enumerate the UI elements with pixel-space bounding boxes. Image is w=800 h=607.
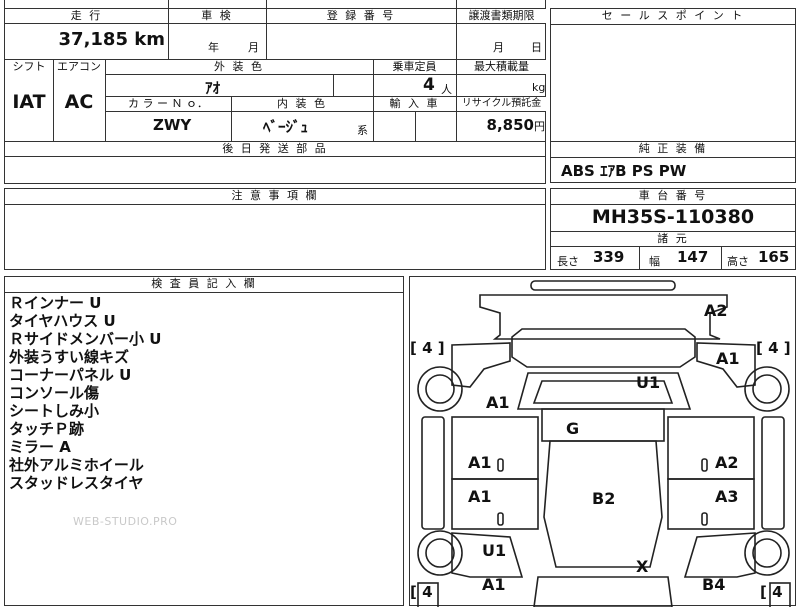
load-header: 最大積載量 (456, 60, 547, 74)
tire-front-left-shape (417, 366, 463, 412)
notes-box: 注 意 事 項 欄 (4, 188, 546, 270)
inspector-notes-list: Ｒインナー U タイヤハウス U Ｒサイドメンバー小 U 外装うすい線キズ コー… (9, 294, 161, 492)
transfer-month: 月 (493, 41, 504, 54)
length-label: 長さ (557, 255, 579, 268)
chassis-value: MH35S-110380 (591, 206, 755, 228)
inspection-month: 月 (248, 41, 259, 54)
inspector-note: Ｒサイドメンバー小 U (9, 330, 162, 348)
mileage-unit: km (134, 29, 165, 50)
tire-mark-rear-left: [ 4 (410, 583, 433, 601)
mark-x-rear: X (636, 557, 649, 576)
mark-a3-right-door2: A3 (715, 487, 739, 506)
vehicle-info-table: 走 行 車 検 登 録 番 号 譲渡書類期限 37,185 km 年 月 月 日… (4, 0, 547, 184)
shift-value: IAT (12, 91, 46, 113)
chassis-box: 車 台 番 号 MH35S-110380 諸 元 長さ 339 幅 147 高さ… (550, 188, 796, 270)
mark-a1-left-front: A1 (486, 393, 510, 412)
front-bumper-shape (530, 280, 676, 291)
inspector-note: スタッドレスタイヤ (9, 474, 144, 492)
inspector-note: コンソール傷 (9, 384, 100, 402)
mileage-header: 走 行 (5, 9, 168, 23)
recycle-value: 8,850円 (486, 116, 545, 134)
equipment-value: ABS ｴｱB PS PW (561, 162, 687, 180)
mark-b4-right-bottom: B4 (702, 575, 726, 594)
inspector-note: コーナーパネル U (9, 366, 132, 384)
mark-u1-roof: U1 (636, 373, 661, 392)
equipment-header: 純 正 装 備 (551, 142, 795, 156)
recycle-unit: 円 (534, 120, 545, 133)
mark-a2-right-door1: A2 (715, 453, 739, 472)
tire-rear-right-shape (744, 530, 790, 576)
watermark: WEB-STUDIO.PRO (73, 515, 178, 528)
length-value: 339 (593, 248, 625, 266)
mark-b2-center: B2 (592, 489, 616, 508)
tire-mark-front-left: [ 4 ] (410, 339, 445, 357)
recycle-header: リサイクル預託金 (456, 97, 547, 111)
transfer-header: 譲渡書類期限 (456, 9, 547, 23)
sales-point-box: セ ー ル ス ポ イ ン ト (550, 8, 796, 146)
specs-header: 諸 元 (551, 232, 795, 246)
inspector-box: 検 査 員 記 入 欄 Ｒインナー U タイヤハウス U Ｒサイドメンバー小 U… (4, 276, 404, 606)
inspector-note: 外装うすい線キズ (9, 348, 130, 366)
tire-front-right-shape (744, 366, 790, 412)
chassis-header: 車 台 番 号 (551, 189, 795, 203)
mark-a2-front: A2 (704, 301, 728, 320)
capacity-header: 乗車定員 (373, 60, 456, 74)
right-front-door-shape (667, 416, 755, 480)
inspector-note: シートしみ小 (9, 402, 100, 420)
notes-header: 注 意 事 項 欄 (5, 189, 545, 203)
right-rear-door-shape (667, 478, 755, 530)
exterior-color-header: 外 装 色 (105, 60, 373, 74)
mark-u1-left-rear: U1 (482, 541, 507, 560)
equipment-box: 純 正 装 備 ABS ｴｱB PS PW (550, 141, 796, 183)
width-value: 147 (677, 248, 709, 266)
transfer-day: 日 (531, 41, 542, 54)
import-header: 輸 入 車 (373, 97, 456, 111)
car-diagram-box: A2 A1 U1 A1 G A1 A2 A1 B2 A3 U1 X A1 B4 … (409, 276, 796, 607)
ac-header: エアコン (53, 60, 105, 74)
interior-color-header: 内 装 色 (231, 97, 373, 111)
interior-color-value: ﾍﾞｰｼﾞｭ (263, 118, 309, 136)
capacity-value: 4 (423, 75, 435, 95)
tire-rear-left-shape (417, 530, 463, 576)
inspector-note: タッチＰ跡 (9, 420, 85, 438)
shift-header: シフト (5, 60, 53, 74)
hood-shape (511, 328, 696, 368)
mark-a1-right-front: A1 (716, 349, 740, 368)
inspector-note: 社外アルミホイール (9, 456, 144, 474)
height-label: 高さ (727, 255, 749, 268)
mileage-value: 37,185 km (58, 29, 165, 50)
mark-a1-left-door1: A1 (468, 453, 492, 472)
roof-shape (541, 408, 665, 442)
inspection-year: 年 (208, 41, 219, 54)
mark-a1-left-bottom: A1 (482, 575, 506, 594)
mark-g-windshield: G (566, 419, 580, 438)
height-value: 165 (758, 248, 790, 266)
inspection-header: 車 検 (168, 9, 266, 23)
color-no-value: ZWY (153, 116, 192, 134)
tire-mark-front-right: [ 4 ] (756, 339, 791, 357)
registration-header: 登 録 番 号 (266, 9, 456, 23)
tire-mark-rear-right: [ 4 (760, 583, 783, 601)
car-outline-diagram (417, 280, 791, 607)
inspector-note: Ｒインナー U (9, 294, 102, 312)
left-rear-door-shape (451, 478, 539, 530)
left-front-door-shape (451, 416, 539, 480)
mark-a1-left-door2: A1 (468, 487, 492, 506)
exterior-color-value: ｱｵ (205, 79, 221, 97)
later-parts-header: 後 日 発 送 部 品 (5, 142, 545, 156)
width-label: 幅 (649, 255, 660, 268)
interior-suffix: 系 (357, 124, 368, 137)
inspector-note: ミラー A (9, 438, 71, 456)
capacity-unit: 人 (441, 83, 452, 96)
inspector-note: タイヤハウス U (9, 312, 116, 330)
color-no-header: カ ラ ー Ｎ ｏ． (105, 97, 231, 111)
ac-value: AC (64, 91, 94, 113)
load-unit: kg (532, 81, 546, 94)
inspector-header: 検 査 員 記 入 欄 (5, 277, 403, 291)
sales-point-header: セ ー ル ス ポ イ ン ト (551, 9, 795, 23)
rear-gate-shape (533, 576, 673, 607)
